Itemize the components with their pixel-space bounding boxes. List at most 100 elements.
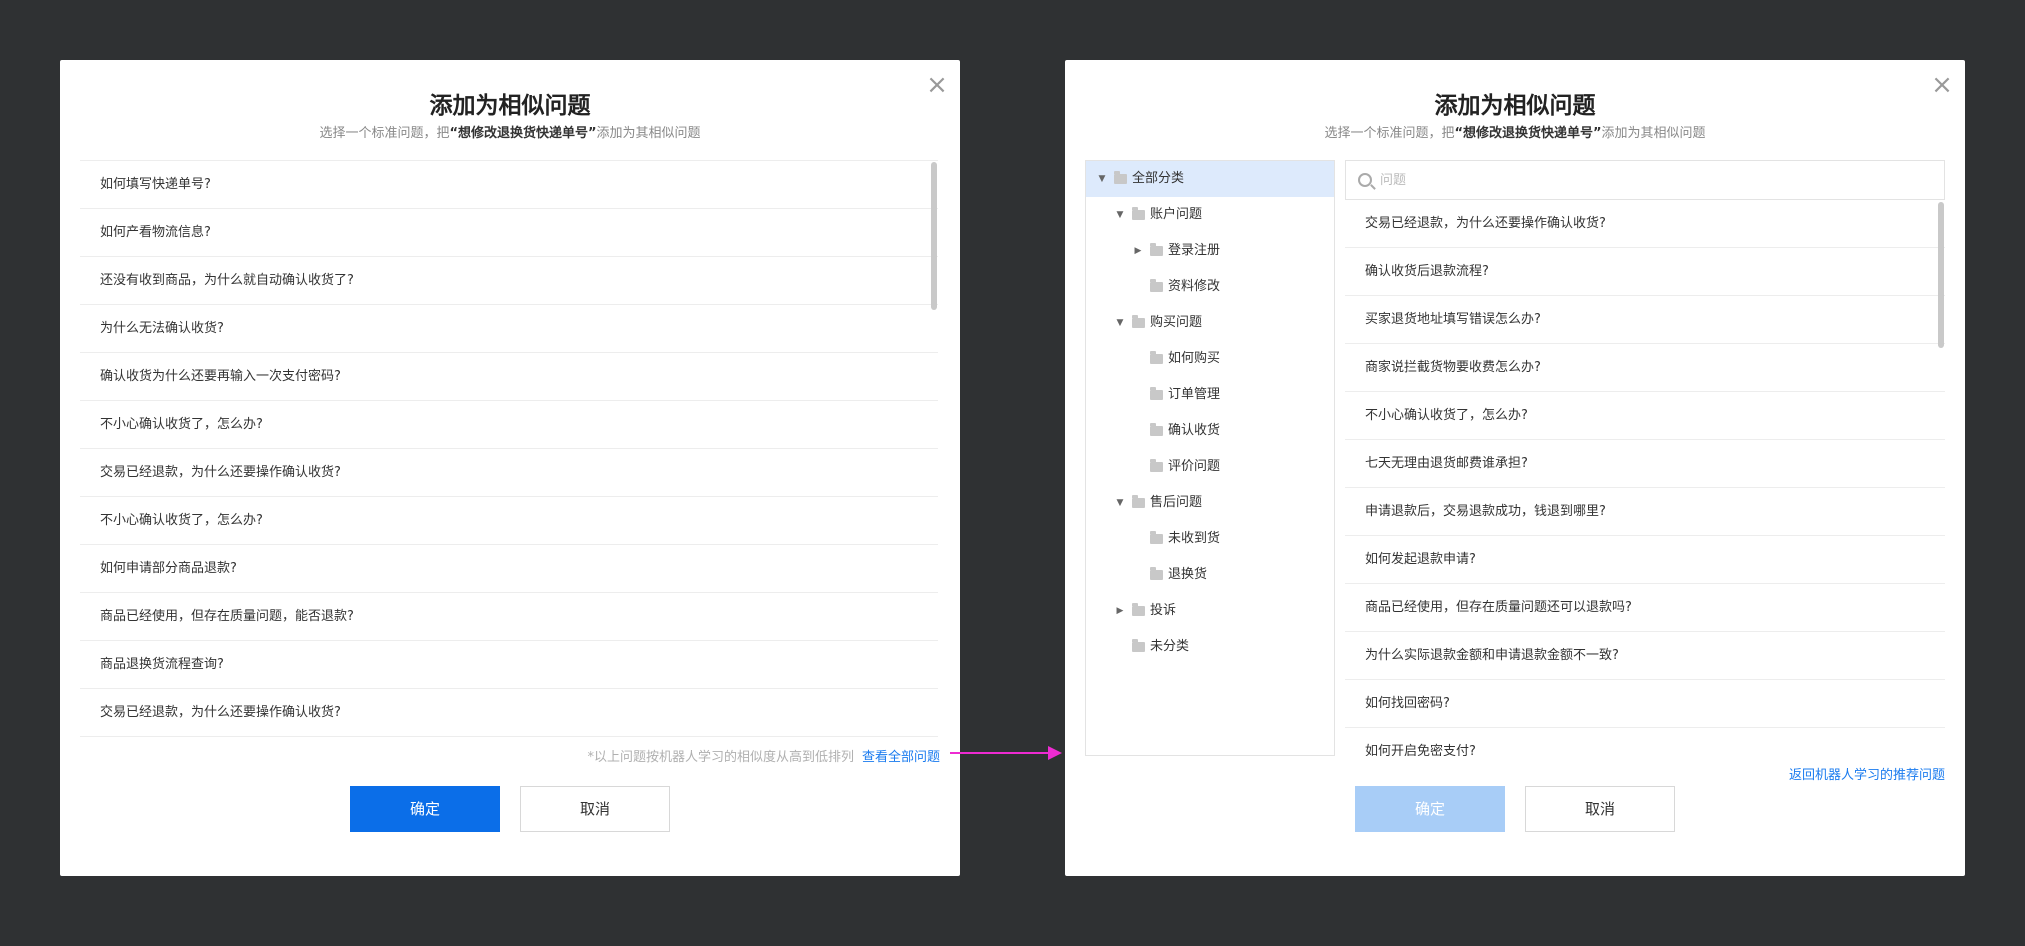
subtitle-suffix: 添加为其相似问题 xyxy=(1601,126,1706,141)
tree-node-label: 售后问题 xyxy=(1150,495,1203,510)
question-row[interactable]: 如何找回密码? xyxy=(1345,680,1945,728)
question-row[interactable]: 如何申请部分商品退款? xyxy=(80,545,938,593)
folder-icon xyxy=(1114,171,1127,184)
question-row[interactable]: 不小心确认收货了，怎么办? xyxy=(80,401,938,449)
subtitle-suffix: 添加为其相似问题 xyxy=(596,126,701,141)
back-to-recommended-link[interactable]: 返回机器人学习的推荐问题 xyxy=(1789,764,1945,783)
flow-arrow-head-icon xyxy=(1048,746,1062,760)
folder-icon xyxy=(1150,423,1163,436)
tree-node-reviews[interactable]: 评价问题 xyxy=(1086,449,1334,485)
folder-icon xyxy=(1150,531,1163,544)
question-row[interactable]: 如何开启免密支付? xyxy=(1345,728,1945,756)
question-row[interactable]: 为什么无法确认收货? xyxy=(80,305,938,353)
folder-icon xyxy=(1150,243,1163,256)
tree-node-label: 未收到货 xyxy=(1168,531,1221,546)
question-row[interactable]: 交易已经退款，为什么还要操作确认收货? xyxy=(1345,200,1945,248)
caret-down-icon[interactable]: ▼ xyxy=(1096,161,1108,197)
flow-arrow-line xyxy=(950,752,1050,754)
similarity-hint: *以上问题按机器人学习的相似度从高到低排列 xyxy=(587,750,854,765)
tree-node-label: 如何购买 xyxy=(1168,351,1221,366)
question-row[interactable]: 商品已经使用，但存在质量问题，能否退款? xyxy=(80,593,938,641)
question-row[interactable]: 买家退货地址填写错误怎么办? xyxy=(1345,296,1945,344)
tree-node-complaints[interactable]: ▶ 投诉 xyxy=(1086,593,1334,629)
search-input[interactable] xyxy=(1380,161,1930,199)
tree-node-label: 投诉 xyxy=(1150,603,1177,618)
tree-node-purchase[interactable]: ▼ 购买问题 xyxy=(1086,305,1334,341)
tree-node-not-received[interactable]: 未收到货 xyxy=(1086,521,1334,557)
confirm-button[interactable]: 确定 xyxy=(1355,786,1505,832)
question-row[interactable]: 如何发起退款申请? xyxy=(1345,536,1945,584)
question-row[interactable]: 确认收货为什么还要再输入一次支付密码? xyxy=(80,353,938,401)
tree-node-label: 购买问题 xyxy=(1150,315,1203,330)
folder-icon xyxy=(1132,639,1145,652)
caret-right-icon[interactable]: ▶ xyxy=(1132,233,1144,269)
folder-icon xyxy=(1150,459,1163,472)
left-dialog: × 添加为相似问题 选择一个标准问题，把“想修改退换货快递单号”添加为其相似问题… xyxy=(60,60,960,876)
question-row[interactable]: 商品退换货流程查询? xyxy=(80,641,938,689)
subtitle-highlight: “想修改退换货快递单号” xyxy=(1454,126,1602,141)
question-row[interactable]: 还没有收到商品，为什么就自动确认收货了? xyxy=(80,257,938,305)
question-row[interactable]: 商品已经使用，但存在质量问题还可以退款吗? xyxy=(1345,584,1945,632)
tree-node-how-to-buy[interactable]: 如何购买 xyxy=(1086,341,1334,377)
tree-node-uncategorized[interactable]: 未分类 xyxy=(1086,629,1334,665)
folder-icon xyxy=(1150,567,1163,580)
list-scrollbar[interactable] xyxy=(931,162,937,310)
tree-node-label: 订单管理 xyxy=(1168,387,1221,402)
tree-node-label: 评价问题 xyxy=(1168,459,1221,474)
tree-node-login[interactable]: ▶ 登录注册 xyxy=(1086,233,1334,269)
question-list: 如何填写快递单号? 如何产看物流信息? 还没有收到商品，为什么就自动确认收货了?… xyxy=(80,160,938,738)
tree-node-label: 登录注册 xyxy=(1168,243,1221,258)
tree-node-returns[interactable]: 退换货 xyxy=(1086,557,1334,593)
folder-icon xyxy=(1132,315,1145,328)
view-all-link[interactable]: 查看全部问题 xyxy=(862,746,940,765)
caret-down-icon[interactable]: ▼ xyxy=(1114,197,1126,233)
dialog-title: 添加为相似问题 xyxy=(1434,93,1596,119)
folder-icon xyxy=(1132,603,1145,616)
subtitle-highlight: “想修改退换货快递单号” xyxy=(449,126,597,141)
question-row[interactable]: 七天无理由退货邮费谁承担? xyxy=(1345,440,1945,488)
folder-icon xyxy=(1132,495,1145,508)
question-row[interactable]: 不小心确认收货了，怎么办? xyxy=(1345,392,1945,440)
tree-node-after-sales[interactable]: ▼ 售后问题 xyxy=(1086,485,1334,521)
tree-node-label: 确认收货 xyxy=(1168,423,1221,438)
search-box xyxy=(1345,160,1945,200)
question-row[interactable]: 交易已经退款，为什么还要操作确认收货? xyxy=(80,449,938,497)
caret-right-icon[interactable]: ▶ xyxy=(1114,593,1126,629)
dialog-subtitle: 选择一个标准问题，把“想修改退换货快递单号”添加为其相似问题 xyxy=(1065,122,1965,141)
question-row[interactable]: 如何产看物流信息? xyxy=(80,209,938,257)
subtitle-prefix: 选择一个标准问题，把 xyxy=(319,126,450,141)
tree-node-label: 账户问题 xyxy=(1150,207,1203,222)
question-row[interactable]: 确认收货后退款流程? xyxy=(1345,248,1945,296)
confirm-button[interactable]: 确定 xyxy=(350,786,500,832)
question-list: 交易已经退款，为什么还要操作确认收货? 确认收货后退款流程? 买家退货地址填写错… xyxy=(1345,200,1945,756)
category-tree: ▼ 全部分类 ▼ 账户问题 ▶ 登录注册 资料修改 ▼ 购买问题 如何购买 订单… xyxy=(1085,160,1335,756)
list-scrollbar[interactable] xyxy=(1938,202,1944,348)
caret-down-icon[interactable]: ▼ xyxy=(1114,305,1126,341)
tree-node-account[interactable]: ▼ 账户问题 xyxy=(1086,197,1334,233)
search-icon xyxy=(1358,173,1372,187)
question-row[interactable]: 商家说拦截货物要收费怎么办? xyxy=(1345,344,1945,392)
caret-down-icon[interactable]: ▼ xyxy=(1114,485,1126,521)
question-row[interactable]: 交易已经退款，为什么还要操作确认收货? xyxy=(80,689,938,737)
question-row[interactable]: 如何填写快递单号? xyxy=(80,161,938,209)
tree-node-confirm-receipt[interactable]: 确认收货 xyxy=(1086,413,1334,449)
tree-node-orders[interactable]: 订单管理 xyxy=(1086,377,1334,413)
folder-icon xyxy=(1150,351,1163,364)
tree-node-label: 全部分类 xyxy=(1132,171,1185,186)
dialog-title: 添加为相似问题 xyxy=(429,93,591,119)
folder-icon xyxy=(1132,207,1145,220)
question-row[interactable]: 为什么实际退款金额和申请退款金额不一致? xyxy=(1345,632,1945,680)
question-row[interactable]: 申请退款后，交易退款成功，钱退到哪里? xyxy=(1345,488,1945,536)
tree-node-all[interactable]: ▼ 全部分类 xyxy=(1086,161,1334,197)
dialog-subtitle: 选择一个标准问题，把“想修改退换货快递单号”添加为其相似问题 xyxy=(60,122,960,141)
question-row[interactable]: 不小心确认收货了，怎么办? xyxy=(80,497,938,545)
subtitle-prefix: 选择一个标准问题，把 xyxy=(1324,126,1455,141)
right-dialog: × 添加为相似问题 选择一个标准问题，把“想修改退换货快递单号”添加为其相似问题… xyxy=(1065,60,1965,876)
tree-node-label: 退换货 xyxy=(1168,567,1208,582)
cancel-button[interactable]: 取消 xyxy=(520,786,670,832)
cancel-button[interactable]: 取消 xyxy=(1525,786,1675,832)
tree-node-label: 资料修改 xyxy=(1168,279,1221,294)
tree-node-label: 未分类 xyxy=(1150,639,1190,654)
tree-node-profile[interactable]: 资料修改 xyxy=(1086,269,1334,305)
folder-icon xyxy=(1150,279,1163,292)
